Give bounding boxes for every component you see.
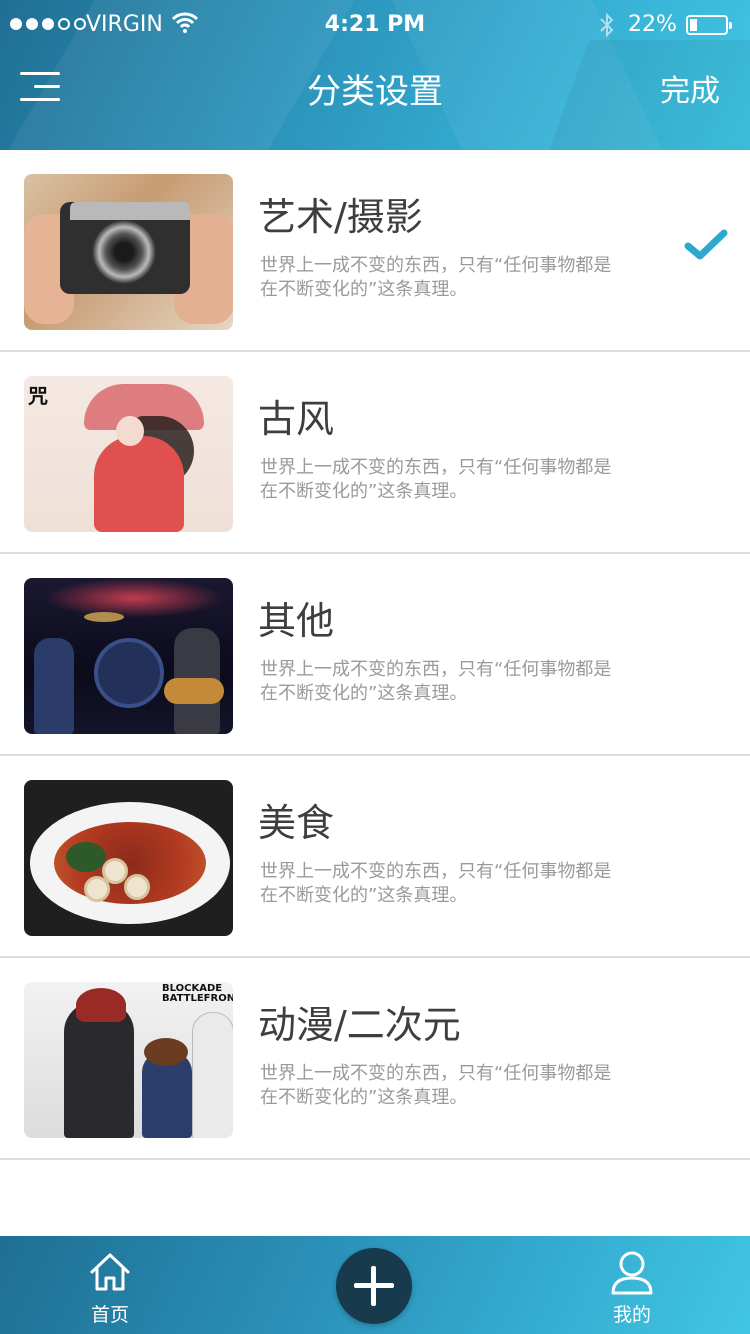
battery-percentage: 22% <box>628 12 677 37</box>
thumbnail-band-concert <box>24 578 233 734</box>
thumbnail-food-dish <box>24 780 233 936</box>
thumbnail-ancient-painting: 咒 <box>24 376 233 532</box>
page-title: 分类设置 <box>307 72 443 112</box>
tab-me-label: 我的 <box>612 1304 651 1326</box>
tab-me[interactable]: 我的 <box>562 1236 702 1334</box>
done-button[interactable]: 完成 <box>660 66 720 110</box>
home-icon <box>88 1250 132 1298</box>
category-description: 世界上一成不变的东西，只有“任何事物都是在不断变化的”这条真理。 <box>260 457 612 502</box>
category-description: 世界上一成不变的东西，只有“任何事物都是在不断变化的”这条真理。 <box>260 255 612 300</box>
add-button[interactable] <box>336 1248 412 1324</box>
category-list: 艺术/摄影 世界上一成不变的东西，只有“任何事物都是在不断变化的”这条真理。 咒… <box>0 150 750 1160</box>
guitar-shape <box>164 678 224 704</box>
lotus-slice <box>124 874 150 900</box>
category-title: 古风 <box>258 397 335 441</box>
character-shape <box>192 1012 233 1138</box>
checkmark-icon <box>684 228 728 266</box>
bottom-tab-bar: 首页 我的 <box>0 1236 750 1334</box>
category-item-other[interactable]: 其他 世界上一成不变的东西，只有“任何事物都是在不断变化的”这条真理。 <box>0 554 750 756</box>
anime-logo: BLOCKADE BATTLEFRONT <box>162 983 233 1004</box>
category-description: 世界上一成不变的东西，只有“任何事物都是在不断变化的”这条真理。 <box>260 659 612 704</box>
thumbnail-anime-characters: BLOCKADE BATTLEFRONT <box>24 982 233 1138</box>
category-item-food[interactable]: 美食 世界上一成不变的东西，只有“任何事物都是在不断变化的”这条真理。 <box>0 756 750 958</box>
category-title: 其他 <box>258 599 335 643</box>
thumbnail-camera-photo <box>24 174 233 330</box>
category-item-art-photo[interactable]: 艺术/摄影 世界上一成不变的东西，只有“任何事物都是在不断变化的”这条真理。 <box>0 150 750 352</box>
user-icon <box>610 1250 654 1300</box>
category-description: 世界上一成不变的东西，只有“任何事物都是在不断变化的”这条真理。 <box>260 861 612 906</box>
seal-stamp: 咒 <box>28 384 48 408</box>
battery-fill <box>690 19 698 31</box>
drum-shape <box>94 638 164 708</box>
category-title: 艺术/摄影 <box>258 195 423 239</box>
character-hair <box>76 988 126 1022</box>
category-title: 动漫/二次元 <box>258 1003 461 1047</box>
robe-shape <box>94 436 184 532</box>
greens-shape <box>66 842 106 872</box>
category-item-anime[interactable]: BLOCKADE BATTLEFRONT 动漫/二次元 世界上一成不变的东西，只… <box>0 958 750 1160</box>
cymbal-shape <box>84 612 124 622</box>
status-bar: VIRGIN 4:21 PM 22% <box>0 0 750 50</box>
battery-icon <box>686 15 732 35</box>
category-item-ancient-style[interactable]: 咒 古风 世界上一成不变的东西，只有“任何事物都是在不断变化的”这条真理。 <box>0 352 750 554</box>
camera-top <box>70 202 190 220</box>
category-title: 美食 <box>258 801 335 845</box>
lotus-slice <box>84 876 110 902</box>
app-header: VIRGIN 4:21 PM 22% 分类设置 完成 <box>0 0 750 150</box>
category-description: 世界上一成不变的东西，只有“任何事物都是在不断变化的”这条真理。 <box>260 1063 612 1108</box>
plus-icon <box>371 1266 376 1306</box>
camera-lens <box>92 220 156 284</box>
tab-home[interactable]: 首页 <box>40 1236 180 1334</box>
bluetooth-icon <box>598 12 616 44</box>
battery-nub <box>729 22 732 29</box>
player-shape <box>34 638 74 734</box>
character-shape <box>64 1002 134 1138</box>
tab-home-label: 首页 <box>90 1304 129 1326</box>
stage-light <box>44 578 224 618</box>
face-shape <box>116 416 144 446</box>
character-hair <box>144 1038 188 1066</box>
